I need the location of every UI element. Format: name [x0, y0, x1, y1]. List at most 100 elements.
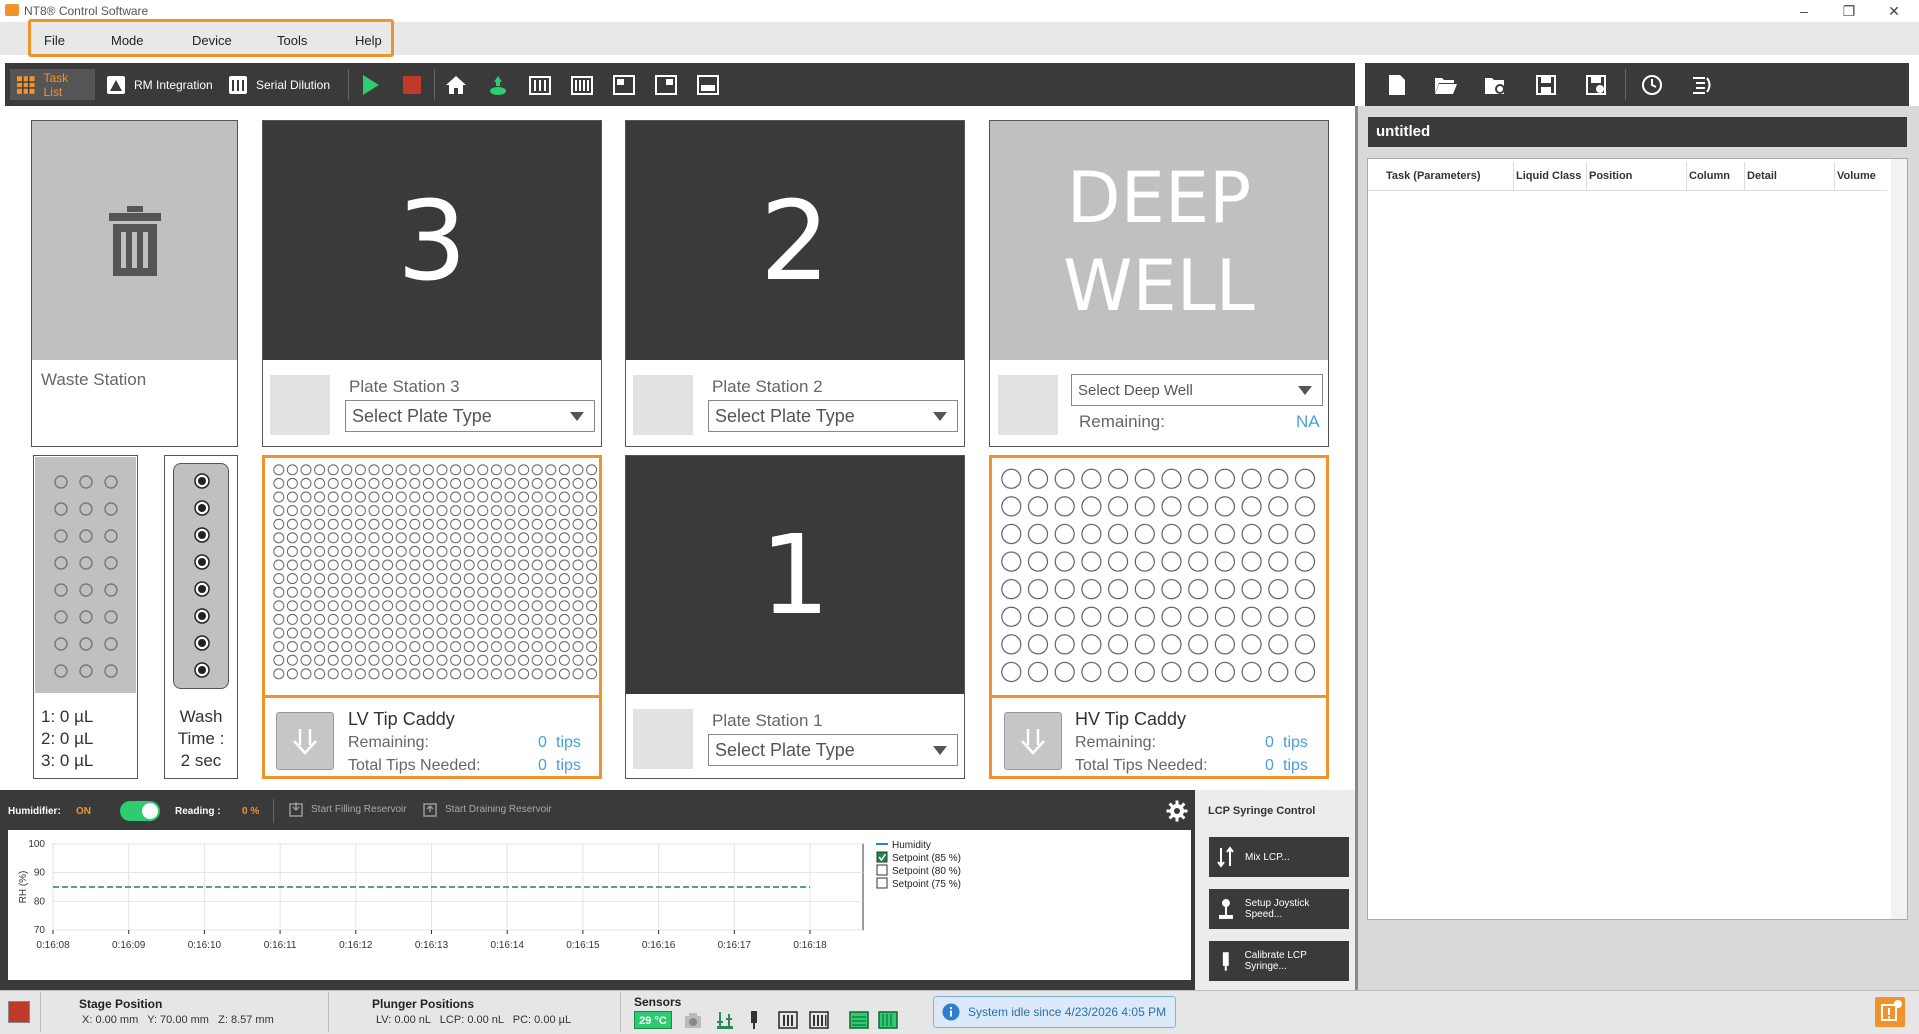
- humidity-separator: [273, 799, 274, 823]
- prime-button[interactable]: [484, 71, 512, 99]
- toolbar-separator: [434, 69, 435, 100]
- sensor-lv-rack[interactable]: [778, 1010, 798, 1033]
- column-header-column[interactable]: Column: [1689, 170, 1730, 182]
- lv-tips-button[interactable]: [526, 71, 554, 99]
- y-tick-label: 90: [34, 868, 46, 879]
- plate-station-1-select[interactable]: Select Plate Type: [708, 734, 958, 766]
- column-header-volume[interactable]: Volume: [1837, 170, 1876, 182]
- task-list-label: Task List: [43, 70, 69, 99]
- column-header-liquid-class[interactable]: Liquid Class: [1516, 170, 1581, 182]
- deep-well-select[interactable]: Select Deep Well: [1071, 374, 1323, 406]
- deep-well-title-line1: DEEP: [1066, 157, 1252, 239]
- humidity-settings-button[interactable]: [1166, 800, 1188, 825]
- new-file-button[interactable]: [1383, 71, 1411, 99]
- lv-needed-unit: tips: [556, 757, 581, 774]
- start-draining-button[interactable]: Start Draining Reservoir: [423, 801, 552, 817]
- plate-station-3-select-value: Select Plate Type: [352, 405, 492, 426]
- history-button[interactable]: [1638, 71, 1666, 99]
- tips-down-icon: [293, 729, 317, 755]
- sensor-level[interactable]: [715, 1010, 735, 1033]
- menu-device[interactable]: Device: [192, 33, 232, 48]
- wash-port-grid: [194, 473, 210, 678]
- layout-button-2[interactable]: [652, 71, 680, 99]
- sensor-hv-rack[interactable]: [809, 1010, 829, 1033]
- waste-station-image: [32, 121, 237, 360]
- grid-icon: [16, 75, 35, 94]
- column-separator: [1513, 162, 1514, 190]
- y-axis-label: RH (%): [18, 871, 29, 904]
- rm-integration-icon: [107, 75, 125, 94]
- x-tick-label: 0:16:17: [718, 940, 752, 951]
- list-settings-icon: [1693, 77, 1711, 94]
- setup-joystick-button[interactable]: Setup Joystick Speed...: [1209, 889, 1349, 929]
- menu-mode[interactable]: Mode: [111, 33, 144, 48]
- humidifier-toggle[interactable]: [120, 801, 160, 821]
- column-header-task[interactable]: Task (Parameters): [1386, 170, 1481, 182]
- reading-value: 0 %: [242, 806, 260, 817]
- sensor-camera[interactable]: [684, 1010, 702, 1033]
- chevron-down-icon: [933, 412, 947, 421]
- wash-time: Wash Time : 2 sec: [164, 706, 238, 772]
- maximize-button[interactable]: ❐: [1826, 0, 1872, 22]
- hv-tips-button[interactable]: [568, 71, 596, 99]
- open-file-button[interactable]: [1432, 71, 1460, 99]
- rm-integration-button[interactable]: RM Integration: [100, 69, 219, 100]
- mix-lcp-button[interactable]: Mix LCP...: [1209, 837, 1349, 877]
- calibrate-lcp-button[interactable]: Calibrate LCP Syringe...: [1209, 941, 1349, 981]
- joystick-icon: [1218, 899, 1233, 919]
- open-recent-button[interactable]: [1482, 71, 1510, 99]
- lv-tip-eject-button[interactable]: [276, 712, 334, 770]
- task-list-button[interactable]: Task List: [10, 69, 95, 100]
- menu-help[interactable]: Help: [355, 33, 382, 48]
- hv-tip-grid: [994, 460, 1324, 693]
- play-button[interactable]: [356, 71, 384, 99]
- chevron-down-icon: [570, 412, 584, 421]
- save-button[interactable]: [1532, 71, 1560, 99]
- lv-tip-grid: [267, 460, 598, 693]
- humidifier-state: ON: [76, 806, 91, 817]
- new-file-icon: [1389, 75, 1405, 95]
- menu-tools[interactable]: Tools: [277, 33, 307, 48]
- system-status-text: System idle since 4/23/2026 4:05 PM: [968, 1005, 1167, 1019]
- home-button[interactable]: [442, 71, 470, 99]
- x-tick-label: 0:16:14: [491, 940, 525, 951]
- notifications-button[interactable]: [1875, 997, 1905, 1027]
- sensor-plate-2[interactable]: [878, 1010, 898, 1033]
- column-header-position[interactable]: Position: [1589, 170, 1632, 182]
- legend-label: Setpoint (80 %): [892, 866, 961, 877]
- hv-tip-eject-button[interactable]: [1004, 712, 1062, 770]
- legend-label: Setpoint (85 %): [892, 853, 961, 864]
- emergency-status-indicator[interactable]: [8, 1001, 30, 1023]
- droplet-down-icon: [490, 76, 506, 95]
- hv-needed-value: 0: [1265, 757, 1274, 774]
- stop-button[interactable]: [398, 71, 426, 99]
- plate-station-2-select[interactable]: Select Plate Type: [708, 400, 958, 432]
- task-options-button[interactable]: [1688, 71, 1716, 99]
- temperature-sensor[interactable]: 29 °C: [634, 1011, 672, 1029]
- sensor-syringe[interactable]: [748, 1010, 760, 1033]
- save-as-button[interactable]: [1582, 71, 1610, 99]
- task-table[interactable]: [1367, 158, 1908, 920]
- layout-button-3[interactable]: [694, 71, 722, 99]
- plate-station-3-select[interactable]: Select Plate Type: [345, 400, 595, 432]
- fill-reservoir-icon: [289, 802, 303, 817]
- close-button[interactable]: ✕: [1871, 0, 1917, 22]
- start-filling-button[interactable]: Start Filling Reservoir: [289, 801, 407, 817]
- reading-label: Reading :: [175, 806, 221, 817]
- plunger-positions-label: Plunger Positions: [372, 997, 475, 1011]
- serial-dilution-button[interactable]: Serial Dilution: [222, 69, 336, 100]
- level-sensor-icon: [717, 1012, 733, 1029]
- hv-remaining-unit: tips: [1283, 734, 1308, 751]
- chevron-down-icon: [1298, 386, 1312, 395]
- menu-file[interactable]: File: [44, 33, 65, 48]
- toggle-knob: [142, 803, 158, 819]
- column-header-detail[interactable]: Detail: [1747, 170, 1777, 182]
- trash-icon: [108, 205, 161, 276]
- humidity-chart-svg: 100 90 80 70 0:16:08 0:16:09 0:16:10 0:16:11 0:1…: [18, 839, 961, 951]
- sensor-plate-1[interactable]: [849, 1010, 869, 1033]
- layout-button-1[interactable]: [610, 71, 638, 99]
- rm-integration-label: RM Integration: [134, 77, 213, 92]
- syringe-sensor-icon: [751, 1011, 757, 1029]
- minimize-button[interactable]: –: [1781, 0, 1827, 22]
- task-table-scrollbar[interactable]: [1891, 159, 1907, 919]
